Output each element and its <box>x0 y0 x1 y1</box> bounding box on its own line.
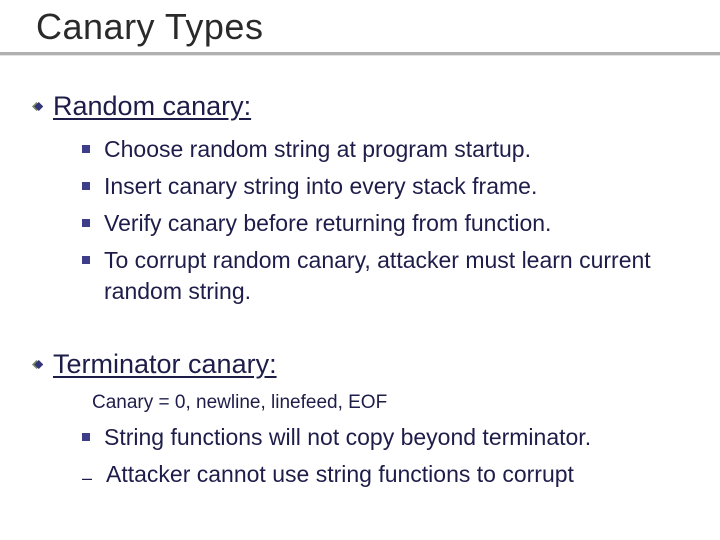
list-item: To corrupt random canary, attacker must … <box>82 245 690 307</box>
square-bullet-icon <box>82 256 90 264</box>
square-bullet-icon <box>82 433 90 441</box>
list-item: String functions will not copy beyond te… <box>82 422 690 453</box>
list-item-text: Insert canary string into every stack fr… <box>104 171 537 202</box>
list-item-text: Choose random string at program startup. <box>104 134 531 165</box>
slide-body: Random canary: Choose random string at p… <box>0 55 720 490</box>
section-heading-text: Terminator canary: <box>53 349 277 380</box>
section-heading: Random canary: <box>30 91 690 122</box>
title-bar: Canary Types <box>0 2 720 55</box>
list-item-text: To corrupt random canary, attacker must … <box>104 245 690 307</box>
list-item: Choose random string at program startup. <box>82 134 690 165</box>
list-item: Insert canary string into every stack fr… <box>82 171 690 202</box>
code-line: Canary = 0, newline, linefeed, EOF <box>30 392 690 414</box>
list-item: Verify canary before returning from func… <box>82 208 690 239</box>
slide-title: Canary Types <box>36 6 720 48</box>
list-item-partial: – Attacker cannot use string functions t… <box>30 459 690 490</box>
code-text: Canary = 0, newline, linefeed, EOF <box>92 392 387 413</box>
list-item-text: Attacker cannot use string functions to … <box>106 459 574 490</box>
square-bullet-icon <box>82 219 90 227</box>
square-bullet-icon <box>82 182 90 190</box>
list-item-text: String functions will not copy beyond te… <box>104 422 591 453</box>
list-item-text: Verify canary before returning from func… <box>104 208 551 239</box>
slide: Canary Types Random canary: Choose rando… <box>0 2 720 540</box>
dash-bullet-icon: – <box>82 469 92 487</box>
bullet-list: Choose random string at program startup.… <box>30 134 690 307</box>
diamond-bullet-icon <box>30 100 43 113</box>
square-bullet-icon <box>82 145 90 153</box>
bullet-list: String functions will not copy beyond te… <box>30 422 690 453</box>
section-heading-text: Random canary: <box>53 91 251 122</box>
section-heading: Terminator canary: <box>30 349 690 380</box>
diamond-bullet-icon <box>30 358 43 371</box>
